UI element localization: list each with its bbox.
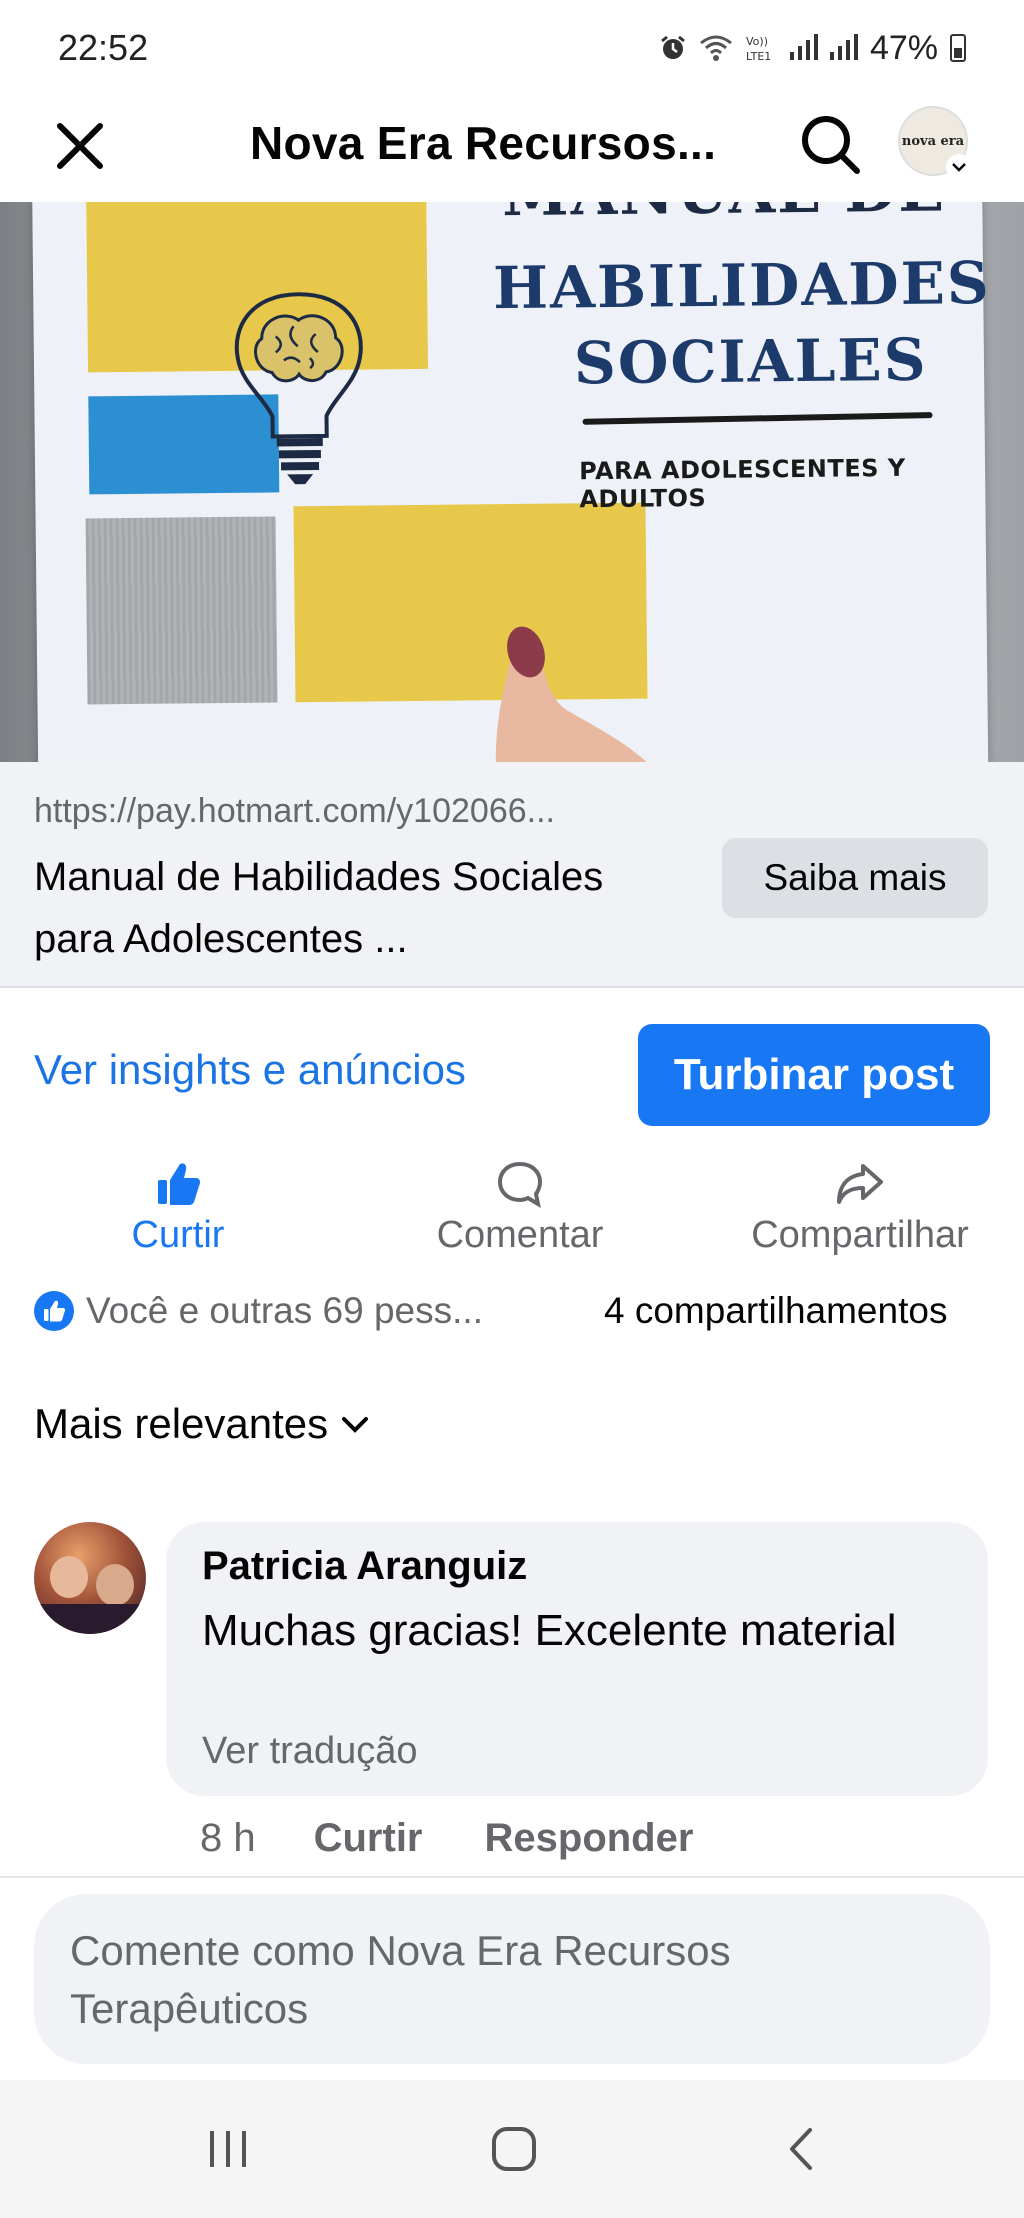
svg-text:LTE1: LTE1: [746, 50, 771, 63]
lte-icon: Vo)) LTE1: [746, 35, 771, 63]
recent-apps-icon: [210, 2131, 246, 2167]
cover-title: HABILIDADES: [492, 248, 992, 323]
like-label: Curtir: [131, 1214, 225, 1256]
see-translation-link[interactable]: Ver tradução: [202, 1730, 417, 1773]
comment-label: Comentar: [436, 1214, 604, 1256]
alarm-icon: [661, 35, 685, 59]
avatar-face: [96, 1564, 134, 1606]
battery-level: 47%: [869, 28, 938, 67]
link-title: Manual de Habilidades Sociales para Adol…: [34, 855, 604, 961]
comment-sort-dropdown[interactable]: Mais relevantes: [34, 1400, 372, 1448]
recent-apps-button[interactable]: [188, 2114, 268, 2184]
like-button[interactable]: Curtir: [118, 1160, 238, 1257]
system-nav-bar: [0, 2080, 1024, 2218]
back-button[interactable]: [762, 2114, 842, 2184]
link-url: https://pay.hotmart.com/y102066...: [34, 792, 555, 830]
cover-top-text: MANUAL DE: [502, 202, 946, 230]
boost-post-button[interactable]: Turbinar post: [638, 1024, 990, 1126]
comment-icon: [497, 1161, 543, 1208]
comment-meta: 8 h Curtir Responder: [200, 1816, 693, 1861]
cover-subtitle: PARA ADOLESCENTES Y ADULTOS: [578, 453, 906, 514]
share-button[interactable]: Compartilhar: [730, 1160, 990, 1257]
chevron-down-icon: [946, 154, 972, 180]
comment-composer-bar: Comente como Nova Era Recursos Terapêuti…: [0, 1876, 1024, 2080]
page-avatar-switcher[interactable]: nova era: [898, 106, 972, 180]
chevron-down-icon: [342, 1417, 369, 1433]
svg-text:Vo)): Vo)): [746, 35, 768, 48]
back-icon: [790, 2128, 812, 2170]
divider: [582, 412, 933, 425]
comment-like-button[interactable]: Curtir: [314, 1816, 423, 1861]
decor-block: [85, 516, 278, 705]
battery-icon: [950, 34, 966, 62]
status-time: 22:52: [58, 27, 149, 68]
sort-label: Mais relevantes: [34, 1400, 329, 1447]
status-bar: 22:52 Vo)) LTE1 47%: [0, 0, 1024, 96]
close-icon: [57, 123, 103, 169]
post-actions: Curtir Comentar Compartilhar: [0, 1160, 1024, 1272]
share-icon: [837, 1164, 883, 1204]
avatar-logo-text: nova era: [901, 133, 965, 149]
status-icons: Vo)) LTE1: [658, 33, 858, 63]
cover-title: SOCIALES: [573, 325, 928, 398]
close-button[interactable]: [48, 114, 112, 178]
like-reaction-icon: [34, 1291, 74, 1331]
page-title: Nova Era Recursos...: [250, 117, 717, 169]
shares-count[interactable]: 4 compartilhamentos: [604, 1290, 947, 1332]
home-button[interactable]: [474, 2114, 554, 2184]
status-right: Vo)) LTE1 47%: [658, 29, 966, 68]
search-button[interactable]: [794, 108, 866, 180]
comment-bubble[interactable]: Patricia Aranguiz Muchas gracias! Excele…: [166, 1522, 988, 1796]
post-image[interactable]: MANUAL DE HABILIDADES SOCIALES PARA ADOL…: [0, 202, 1024, 762]
brain-bulb-icon: [234, 292, 363, 485]
reactions-summary[interactable]: Você e outras 69 pess...: [34, 1290, 483, 1332]
avatar-face: [50, 1556, 88, 1598]
comment-input[interactable]: Comente como Nova Era Recursos Terapêuti…: [34, 1894, 990, 2064]
search-icon: [802, 116, 860, 174]
share-label: Compartilhar: [751, 1214, 969, 1256]
comment-time: 8 h: [200, 1816, 256, 1860]
avatar[interactable]: [34, 1522, 146, 1634]
signal-icon: [789, 34, 818, 60]
learn-more-button[interactable]: Saiba mais: [722, 838, 988, 918]
avatar-shirt: [34, 1604, 146, 1634]
insights-link[interactable]: Ver insights e anúncios: [34, 1046, 466, 1094]
home-icon: [492, 2127, 536, 2171]
header: Nova Era Recursos... nova era: [0, 96, 1024, 202]
wifi-icon: [700, 35, 732, 61]
signal-icon: [829, 34, 858, 60]
comment-text: Muchas gracias! Excelente material: [202, 1606, 897, 1655]
comment-author[interactable]: Patricia Aranguiz: [202, 1544, 527, 1589]
thumbs-up-icon: [158, 1163, 200, 1205]
reactions-text: Você e outras 69 pess...: [86, 1290, 483, 1331]
link-preview[interactable]: https://pay.hotmart.com/y102066... Manua…: [0, 762, 1024, 988]
hand-image: [495, 626, 647, 762]
comment-button[interactable]: Comentar: [420, 1160, 620, 1257]
comment-reply-button[interactable]: Responder: [485, 1816, 694, 1861]
